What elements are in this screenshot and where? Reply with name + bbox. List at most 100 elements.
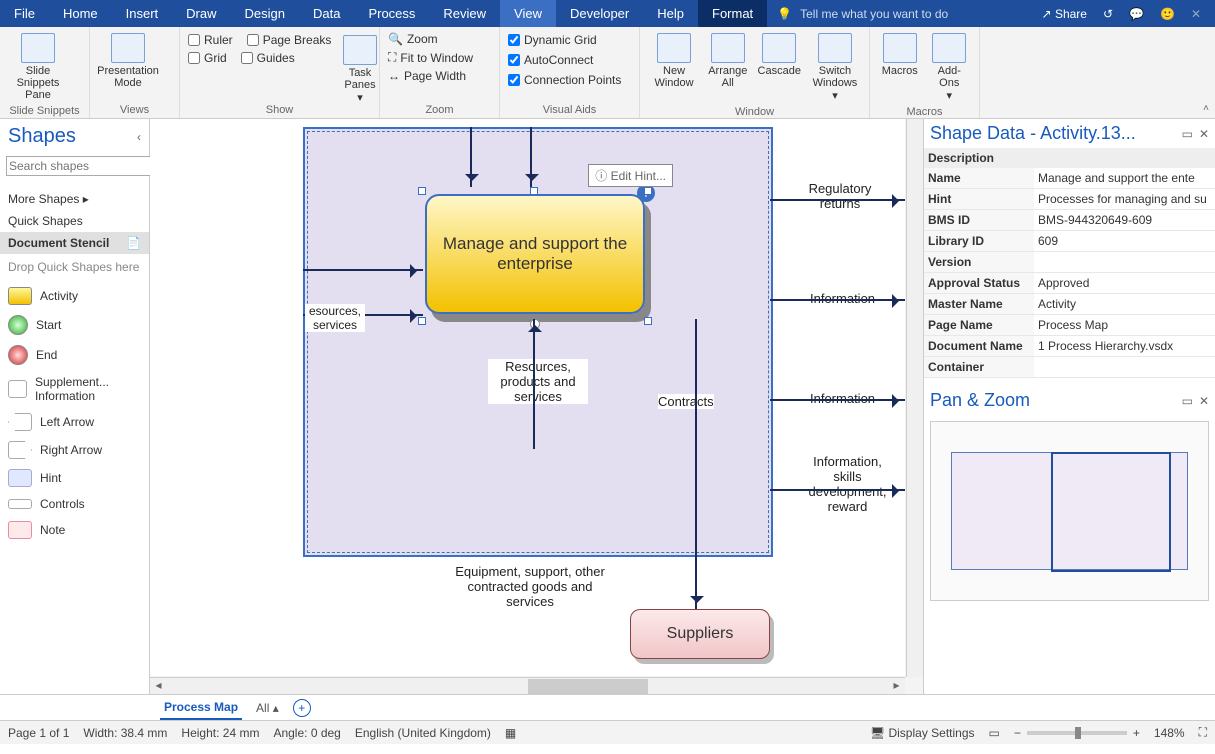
tell-me-search[interactable]: 💡 Tell me what you want to do xyxy=(767,0,1027,27)
document-stencil-tab[interactable]: Document Stencil📄 xyxy=(0,232,149,254)
shapes-search-input[interactable] xyxy=(6,156,167,176)
prop-row[interactable]: HintProcesses for managing and su xyxy=(924,189,1215,210)
tab-all[interactable]: All ▴ xyxy=(256,701,279,715)
fit-page-icon[interactable]: ⛶ xyxy=(1199,725,1207,740)
menu-format[interactable]: Format xyxy=(698,0,767,27)
menu-data[interactable]: Data xyxy=(299,0,354,27)
horizontal-scrollbar[interactable]: ◂ ▸ xyxy=(150,677,905,694)
stencil-item-supp[interactable]: Supplement... Information xyxy=(6,370,143,408)
new-window-button[interactable]: New Window xyxy=(648,31,700,91)
add-ons-button[interactable]: Add-Ons ▾ xyxy=(928,31,972,104)
zoom-level[interactable]: 148% xyxy=(1154,726,1185,740)
stencil-item-note[interactable]: Note xyxy=(6,516,143,544)
vertical-scrollbar[interactable] xyxy=(906,119,923,677)
cascade-button[interactable]: Cascade xyxy=(756,31,803,79)
stencil-item-left[interactable]: Left Arrow xyxy=(6,408,143,436)
scroll-left-icon[interactable]: ◂ xyxy=(150,678,167,694)
ruler-checkbox[interactable]: Ruler xyxy=(188,31,233,49)
menu-draw[interactable]: Draw xyxy=(172,0,230,27)
edit-hint-popup[interactable]: ⓘ Edit Hint... xyxy=(588,164,673,187)
scroll-right-icon[interactable]: ▸ xyxy=(888,678,905,694)
grid-checkbox[interactable]: Grid xyxy=(188,49,227,67)
group-zoom: Zoom xyxy=(388,102,491,116)
prop-value[interactable]: 609 xyxy=(1034,231,1215,251)
zoom-in-icon[interactable]: + xyxy=(1133,726,1140,740)
stencil-item-end[interactable]: End xyxy=(6,340,143,370)
shapes-collapse-icon[interactable]: ‹ xyxy=(137,130,141,144)
stencil-item-start[interactable]: Start xyxy=(6,310,143,340)
menu-review[interactable]: Review xyxy=(429,0,500,27)
menu-view[interactable]: View xyxy=(500,0,556,27)
prop-value[interactable]: Process Map xyxy=(1034,315,1215,335)
menu-home[interactable]: Home xyxy=(49,0,112,27)
prop-row[interactable]: Page NameProcess Map xyxy=(924,315,1215,336)
prop-value[interactable]: BMS-944320649-609 xyxy=(1034,210,1215,230)
prop-row[interactable]: Container xyxy=(924,357,1215,378)
prop-row[interactable]: BMS IDBMS-944320649-609 xyxy=(924,210,1215,231)
node-suppliers[interactable]: Suppliers xyxy=(630,609,770,659)
fit-to-window-button[interactable]: ⛶ Fit to Window xyxy=(388,49,473,66)
menu-design[interactable]: Design xyxy=(231,0,299,27)
presentation-mode-button[interactable]: Presentation Mode xyxy=(98,31,158,91)
stencil-item-ctrl[interactable]: Controls xyxy=(6,492,143,516)
stencil-item-right[interactable]: Right Arrow xyxy=(6,436,143,464)
guides-checkbox[interactable]: Guides xyxy=(241,49,295,67)
pz-dropdown-icon[interactable]: ▭ xyxy=(1182,394,1193,408)
prop-value[interactable]: 1 Process Hierarchy.vsdx xyxy=(1034,336,1215,356)
page-width-button[interactable]: ↔ Page Width xyxy=(388,68,466,84)
menu-help[interactable]: Help xyxy=(643,0,698,27)
prop-row[interactable]: Version xyxy=(924,252,1215,273)
status-language[interactable]: English (United Kingdom) xyxy=(355,726,491,740)
add-sheet-button[interactable]: + xyxy=(293,699,311,717)
slide-snippets-pane-button[interactable]: Slide Snippets Pane xyxy=(8,31,68,103)
canvas-area[interactable]: esources, services Manage and support th… xyxy=(150,119,923,694)
prop-value[interactable] xyxy=(1034,357,1215,377)
stencil-item-act[interactable]: Activity xyxy=(6,282,143,310)
pz-close-icon[interactable]: ✕ xyxy=(1199,394,1209,408)
display-settings-button[interactable]: 🖥 Display Settings xyxy=(870,726,975,740)
prop-value[interactable] xyxy=(1034,252,1215,272)
autoconnect-checkbox[interactable]: AutoConnect xyxy=(508,51,593,69)
menu-file[interactable]: File xyxy=(0,0,49,27)
history-icon[interactable]: ↺ xyxy=(1103,7,1113,21)
task-panes-button[interactable]: Task Panes ▾ xyxy=(330,33,390,106)
menu-insert[interactable]: Insert xyxy=(112,0,173,27)
connection-points-checkbox[interactable]: Connection Points xyxy=(508,71,621,89)
prop-value[interactable]: Activity xyxy=(1034,294,1215,314)
tab-process-map[interactable]: Process Map xyxy=(160,696,242,720)
macros-button[interactable]: Macros xyxy=(878,31,922,79)
quick-shapes-link[interactable]: Quick Shapes xyxy=(0,210,149,232)
hint-swatch-icon xyxy=(8,469,32,487)
pane-close-icon[interactable]: ✕ xyxy=(1199,127,1209,141)
prop-value[interactable]: Manage and support the ente xyxy=(1034,168,1215,188)
menu-developer[interactable]: Developer xyxy=(556,0,643,27)
close-icon[interactable]: ✕ xyxy=(1191,7,1201,21)
prop-row[interactable]: NameManage and support the ente xyxy=(924,168,1215,189)
pan-zoom-thumbnail[interactable] xyxy=(930,421,1209,601)
page-breaks-checkbox[interactable]: Page Breaks xyxy=(247,31,332,49)
zoom-button[interactable]: 🔍 Zoom xyxy=(388,31,438,47)
smiley-icon[interactable]: 🙂 xyxy=(1160,7,1175,21)
prop-row[interactable]: Library ID609 xyxy=(924,231,1215,252)
more-shapes-link[interactable]: More Shapes ▸ xyxy=(0,188,149,210)
activity-shape[interactable]: Manage and support the enterprise i ⓘ Ed… xyxy=(425,194,645,314)
view-mode-icon[interactable]: ▭ xyxy=(989,726,1000,740)
pane-dropdown-icon[interactable]: ▭ xyxy=(1182,127,1193,141)
collapse-ribbon-icon[interactable]: ˄ xyxy=(1203,103,1209,114)
zoom-slider[interactable]: − + xyxy=(1014,726,1140,740)
dynamic-grid-checkbox[interactable]: Dynamic Grid xyxy=(508,31,597,49)
prop-row[interactable]: Master NameActivity xyxy=(924,294,1215,315)
selection-container[interactable] xyxy=(303,127,773,557)
zoom-out-icon[interactable]: − xyxy=(1014,726,1021,740)
share-button[interactable]: ↗ Share xyxy=(1042,7,1087,21)
switch-windows-button[interactable]: Switch Windows ▾ xyxy=(809,31,861,104)
menu-process[interactable]: Process xyxy=(354,0,429,27)
comments-icon[interactable]: 💬 xyxy=(1129,7,1144,21)
prop-value[interactable]: Approved xyxy=(1034,273,1215,293)
macro-recorder-icon[interactable]: ▦ xyxy=(505,726,516,740)
prop-row[interactable]: Document Name1 Process Hierarchy.vsdx xyxy=(924,336,1215,357)
arrange-all-button[interactable]: Arrange All xyxy=(706,31,749,91)
prop-row[interactable]: Approval StatusApproved xyxy=(924,273,1215,294)
prop-value[interactable]: Processes for managing and su xyxy=(1034,189,1215,209)
stencil-item-hint[interactable]: Hint xyxy=(6,464,143,492)
